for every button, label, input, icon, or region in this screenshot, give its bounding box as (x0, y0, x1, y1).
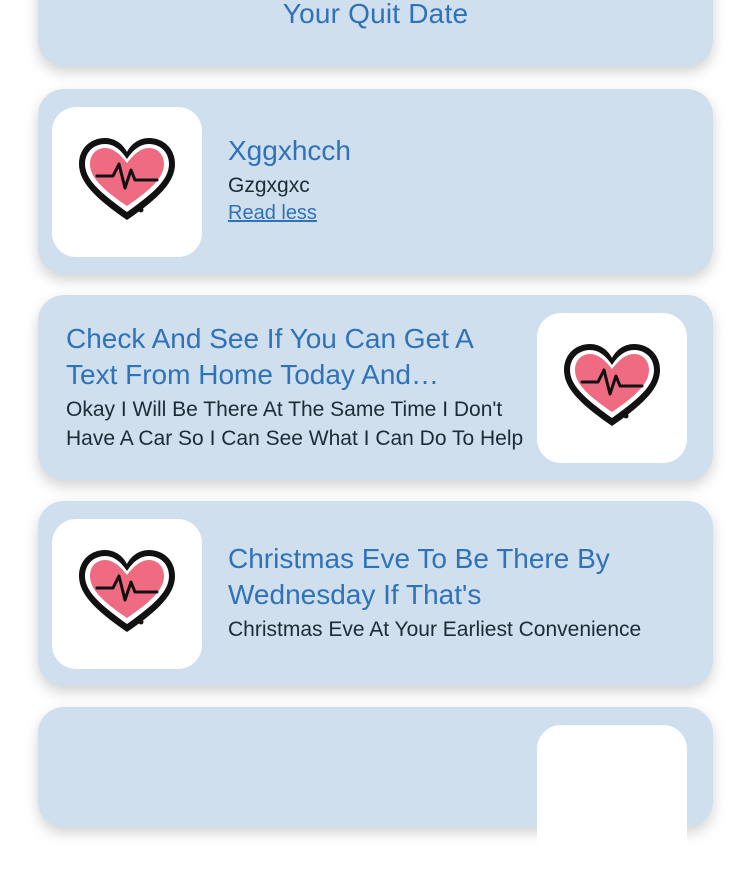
heart-pulse-icon (564, 344, 660, 426)
entry-title: Xggxhcch (228, 135, 351, 166)
entry-title: Check And See If You Can Get A Text From… (66, 323, 473, 390)
entry-body: Okay I Will Be There At The Same Time I … (66, 398, 524, 450)
entry-thumbnail (52, 519, 202, 669)
entry-body: Christmas Eve At Your Earliest Convenien… (228, 618, 642, 641)
entry-thumbnail (52, 107, 202, 257)
quit-date-title: Your Quit Date (282, 0, 469, 29)
entry-body: Gzgxgxc (228, 174, 310, 197)
read-less-link[interactable]: Read less (228, 202, 317, 225)
quit-date-card[interactable]: Your Quit Date (38, 0, 713, 66)
entry-card[interactable] (38, 707, 713, 875)
heart-pulse-icon (79, 550, 175, 632)
entry-card[interactable]: Xggxhcch Gzgxgxc Read less (38, 89, 713, 274)
entry-card[interactable]: Christmas Eve To Be There By Wednesday I… (38, 501, 713, 686)
entry-thumbnail (537, 725, 687, 875)
entry-title: Christmas Eve To Be There By Wednesday I… (228, 543, 610, 610)
entry-thumbnail (537, 313, 687, 463)
heart-pulse-icon (79, 138, 175, 220)
entry-card[interactable]: Check And See If You Can Get A Text From… (38, 295, 713, 480)
